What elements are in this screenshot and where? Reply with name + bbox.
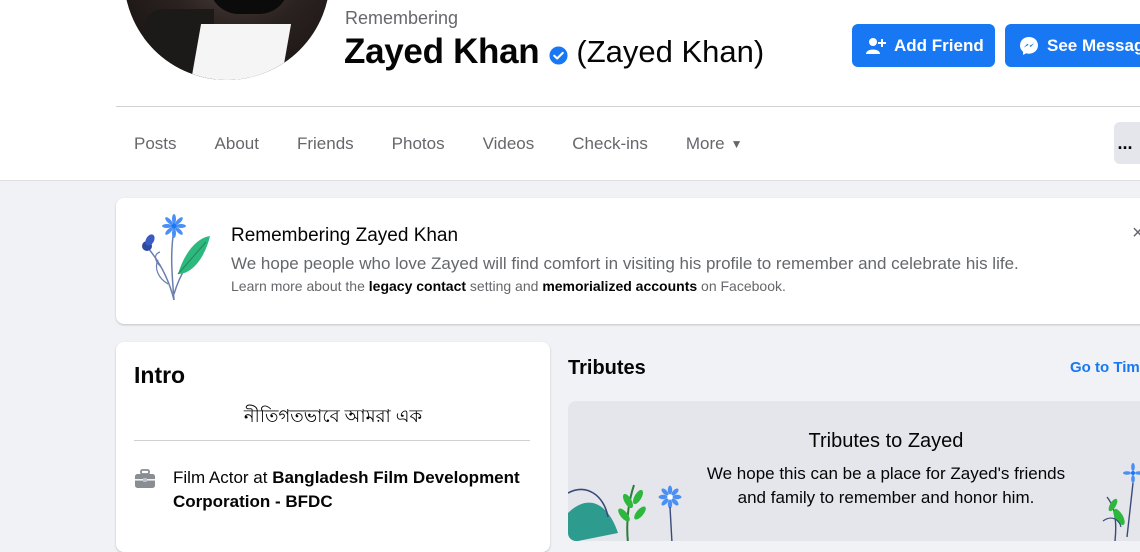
tributes-text: We hope this can be a place for Zayed's …	[706, 464, 1066, 507]
more-options-dots: ...	[1117, 132, 1133, 153]
profile-name: Zayed Khan	[344, 32, 540, 71]
avatar-shirt	[186, 24, 292, 80]
add-friend-label: Add Friend	[894, 35, 984, 55]
add-person-icon	[866, 37, 886, 54]
memorial-banner: Remembering Zayed Khan We hope people wh…	[116, 198, 1140, 324]
tab-friends-label: Friends	[296, 134, 354, 153]
briefcase-icon	[135, 469, 155, 488]
tab-videos-label: Videos	[482, 134, 535, 153]
memorial-text: We hope people who love Zayed will find …	[231, 254, 1019, 273]
profile-name-row: Zayed Khan (Zayed Khan)	[344, 32, 764, 72]
memorialized-accounts-link[interactable]: memorialized accounts	[542, 278, 697, 294]
more-options-button[interactable]: ...	[1114, 122, 1140, 164]
tributes-box: Tributes to Zayed We hope this can be a …	[568, 401, 1140, 541]
tab-photos[interactable]: Photos	[373, 108, 464, 180]
tab-posts[interactable]: Posts	[116, 108, 196, 180]
memorial-flower-icon	[142, 214, 210, 301]
memorial-note-middle: setting and	[466, 278, 543, 294]
messenger-icon	[1020, 36, 1038, 55]
avatar-mask	[209, 0, 289, 14]
profile-alternate-name: (Zayed Khan)	[576, 34, 765, 69]
go-to-timeline-link[interactable]: Go to Timeline	[1070, 359, 1140, 376]
legacy-contact-link[interactable]: legacy contact	[369, 278, 466, 294]
memorial-note: Learn more about the legacy contact sett…	[231, 278, 786, 294]
tab-more-label: More	[685, 134, 725, 153]
memorial-note-prefix: Learn more about the	[231, 278, 369, 294]
work-prefix: Film Actor at	[173, 468, 273, 487]
tab-about[interactable]: About	[196, 108, 278, 180]
intro-work-text: Film Actor at Bangladesh Film Developmen…	[173, 466, 533, 514]
tab-about-label: About	[214, 134, 259, 153]
intro-title: Intro	[134, 362, 186, 388]
tributes-title: Tributes to Zayed	[808, 430, 964, 452]
intro-work-item: Film Actor at Bangladesh Film Developmen…	[134, 466, 533, 514]
remembering-label: Remembering	[345, 8, 459, 28]
intro-divider	[134, 440, 530, 441]
tab-check-ins[interactable]: Check-ins	[553, 108, 667, 180]
message-label: See Message	[1047, 35, 1140, 55]
tributes-heading: Tributes	[568, 357, 646, 379]
tab-friends[interactable]: Friends	[278, 108, 373, 180]
message-button[interactable]: See Message	[1005, 24, 1140, 67]
intro-bio: নীতিগতভাবে আমরা এক	[243, 406, 423, 426]
memorial-title: Remembering Zayed Khan	[231, 225, 459, 246]
close-icon[interactable]: ×	[1132, 222, 1140, 245]
profile-tabs: Posts About Friends Photos Videos Check-…	[116, 108, 762, 180]
tab-more[interactable]: More ▼	[667, 108, 762, 180]
header-divider	[116, 106, 1140, 107]
intro-card: Intro নীতিগতভাবে আমরা এক Film Actor at B…	[116, 342, 550, 552]
tab-photos-label: Photos	[391, 134, 445, 153]
verified-badge-icon	[549, 45, 568, 65]
caret-down-icon: ▼	[730, 137, 743, 151]
tab-posts-label: Posts	[134, 134, 177, 153]
add-friend-button[interactable]: Add Friend	[852, 24, 995, 67]
tab-check-ins-label: Check-ins	[572, 134, 648, 153]
tab-videos[interactable]: Videos	[464, 108, 554, 180]
plant-right-illustration	[1102, 463, 1140, 541]
memorial-note-suffix: on Facebook.	[697, 278, 786, 294]
